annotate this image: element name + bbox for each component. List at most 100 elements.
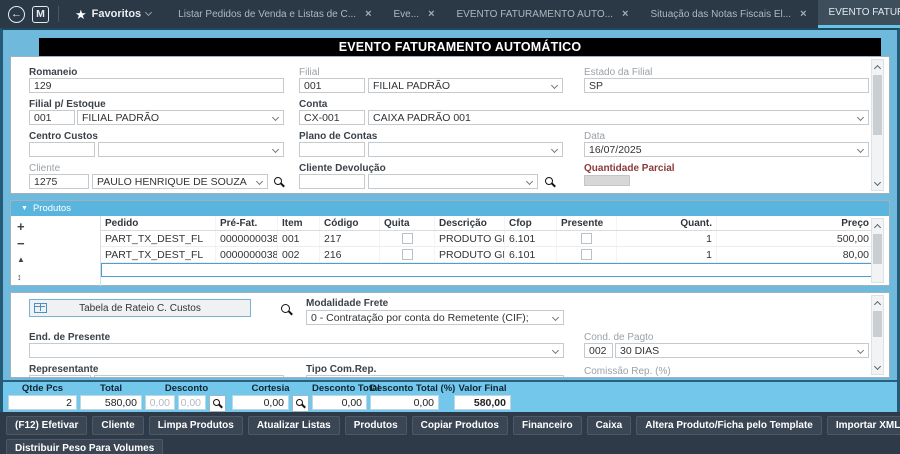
end-presente-select[interactable] (29, 343, 564, 358)
tab-listar-pedidos[interactable]: Listar Pedidos de Venda e Listas de C...… (167, 0, 382, 28)
favorites-menu[interactable]: ★ Favoritos (69, 8, 157, 21)
cliente-devolucao-code-input[interactable] (299, 174, 365, 189)
presente-checkbox[interactable] (581, 249, 592, 260)
tab-situacao-notas[interactable]: Situação das Notas Fiscais El... × (639, 0, 817, 28)
cond-pagto-select[interactable]: 30 DIAS (615, 343, 869, 358)
conta-select[interactable]: CAIXA PADRÃO 001 (368, 110, 869, 125)
col-descricao[interactable]: Descrição (435, 216, 505, 230)
col-presente[interactable]: Presente (557, 216, 617, 230)
form-scrollbar[interactable] (871, 59, 884, 191)
quita-checkbox[interactable] (402, 249, 413, 260)
search-icon[interactable] (545, 177, 553, 185)
tab-eve[interactable]: Eve... × (383, 0, 446, 28)
financeiro-button[interactable]: Financeiro (513, 416, 582, 435)
cliente-devolucao-select[interactable] (368, 174, 538, 189)
back-arrow-icon: ← (11, 9, 22, 20)
scrollbar-thumb[interactable] (873, 75, 882, 135)
col-preco[interactable]: Preço (717, 216, 873, 230)
copiar-produtos-button[interactable]: Copiar Produtos (412, 416, 508, 435)
scrollbar-thumb[interactable] (873, 234, 882, 264)
presente-checkbox[interactable] (581, 233, 592, 244)
col-codigo[interactable]: Código (320, 216, 380, 230)
scroll-down-icon[interactable] (872, 361, 883, 374)
conta-code: CX-001 (304, 112, 340, 124)
cliente-code-input[interactable]: 1275 (29, 174, 89, 189)
search-icon[interactable] (281, 304, 290, 313)
scroll-up-icon[interactable] (872, 60, 883, 73)
cortesia-label: Cortesia (232, 383, 309, 395)
detail-scrollbar[interactable] (871, 295, 884, 375)
col-item[interactable]: Item (278, 216, 320, 230)
importar-xml-button[interactable]: Importar XML (827, 416, 900, 435)
scroll-up-icon[interactable] (872, 296, 883, 309)
filial-estoque-code-input[interactable]: 001 (29, 110, 75, 125)
search-icon[interactable] (274, 177, 282, 185)
col-quant[interactable]: Quant. (617, 216, 717, 230)
desconto-field-1[interactable]: 0,00 (145, 395, 175, 410)
centro-custos-select[interactable] (98, 142, 284, 157)
distribuir-peso-button[interactable]: Distribuir Peso Para Volumes (6, 439, 163, 454)
cliente-button[interactable]: Cliente (92, 416, 143, 435)
col-quita[interactable]: Quita (380, 216, 435, 230)
produtos-section-header[interactable]: ▼ Produtos (11, 201, 889, 216)
valor-final-group: Valor Final 580,00 (454, 383, 511, 410)
reorder-button[interactable]: ↕ (17, 273, 22, 282)
close-icon[interactable]: × (800, 8, 806, 20)
modalidade-frete-select[interactable]: 0 - Contratação por conta do Remetente (… (306, 310, 564, 325)
tab-evento-faturamento-1[interactable]: EVENTO FATURAMENTO AUTO... × (446, 0, 640, 28)
plano-contas-code-input[interactable] (299, 142, 365, 157)
centro-custos-code-input[interactable] (29, 142, 95, 157)
selected-empty-row[interactable] (101, 263, 873, 277)
limpa-produtos-button[interactable]: Limpa Produtos (149, 416, 243, 435)
end-presente-label: End. de Presente (29, 332, 110, 343)
col-prefat[interactable]: Pré-Fat. (216, 216, 278, 230)
cortesia-search-button[interactable] (292, 395, 309, 412)
quantidade-parcial-disabled-field (584, 175, 630, 186)
comissao-rep-input[interactable] (584, 377, 869, 378)
remove-row-button[interactable]: − (17, 237, 25, 250)
produtos-button[interactable]: Produtos (345, 416, 407, 435)
scroll-down-icon[interactable] (872, 177, 883, 190)
tipo-com-rep-input[interactable] (306, 375, 564, 378)
caixa-button[interactable]: Caixa (587, 416, 632, 435)
representante-code-input[interactable] (29, 375, 91, 378)
atualizar-listas-button[interactable]: Atualizar Listas (248, 416, 340, 435)
cliente-select[interactable]: PAULO HENRIQUE DE SOUZA (92, 174, 268, 189)
close-icon[interactable]: × (365, 8, 371, 20)
cond-pagto-code-input[interactable]: 002 (584, 343, 613, 358)
data-select[interactable]: 16/07/2025 (584, 142, 869, 157)
romaneio-input[interactable]: 129 (29, 78, 284, 93)
tab-strip: Listar Pedidos de Venda e Listas de C...… (167, 0, 900, 28)
tabela-rateio-button[interactable]: Tabela de Rateio C. Custos (29, 299, 251, 317)
tab-evento-faturamento-active[interactable]: EVENTO FATURAMENTO AUTO... × (818, 0, 900, 28)
close-icon[interactable]: × (622, 8, 628, 20)
efetivar-button[interactable]: (F12) Efetivar (6, 416, 87, 435)
table-row[interactable]: PART_TX_DEST_FL 0000000038 002 216 PRODU… (101, 247, 873, 263)
col-cfop[interactable]: Cfop (505, 216, 557, 230)
search-icon (213, 399, 220, 406)
app-logo[interactable]: M (32, 6, 49, 23)
produtos-scrollbar[interactable] (871, 218, 884, 283)
close-icon[interactable]: × (428, 8, 434, 20)
altera-produto-template-button[interactable]: Altera Produto/Ficha pelo Template (636, 416, 822, 435)
add-row-button[interactable]: + (17, 220, 25, 233)
desconto-field-2[interactable]: 0,00 (178, 395, 206, 410)
scrollbar-thumb[interactable] (873, 311, 882, 337)
action-row-1: (F12) Efetivar Cliente Limpa Produtos At… (6, 416, 894, 435)
scroll-up-icon[interactable] (872, 219, 883, 232)
move-up-button[interactable]: ▲ (17, 256, 25, 264)
quita-checkbox[interactable] (402, 233, 413, 244)
estado-filial-input[interactable]: SP (584, 78, 869, 93)
representante-desc-input[interactable] (94, 375, 284, 378)
table-row[interactable]: PART_TX_DEST_FL 0000000038 001 217 PRODU… (101, 231, 873, 247)
cell-quita (380, 231, 435, 246)
conta-code-input[interactable]: CX-001 (299, 110, 365, 125)
col-pedido[interactable]: Pedido (101, 216, 216, 230)
desconto-search-button[interactable] (209, 395, 226, 412)
cortesia-field[interactable]: 0,00 (232, 395, 289, 410)
back-button[interactable]: ← (8, 6, 25, 23)
filial-estoque-select[interactable]: FILIAL PADRÃO (77, 110, 284, 125)
plano-contas-select[interactable] (368, 142, 563, 157)
filial-select[interactable]: FILIAL PADRÃO (368, 78, 563, 93)
filial-code-input[interactable]: 001 (299, 78, 365, 93)
